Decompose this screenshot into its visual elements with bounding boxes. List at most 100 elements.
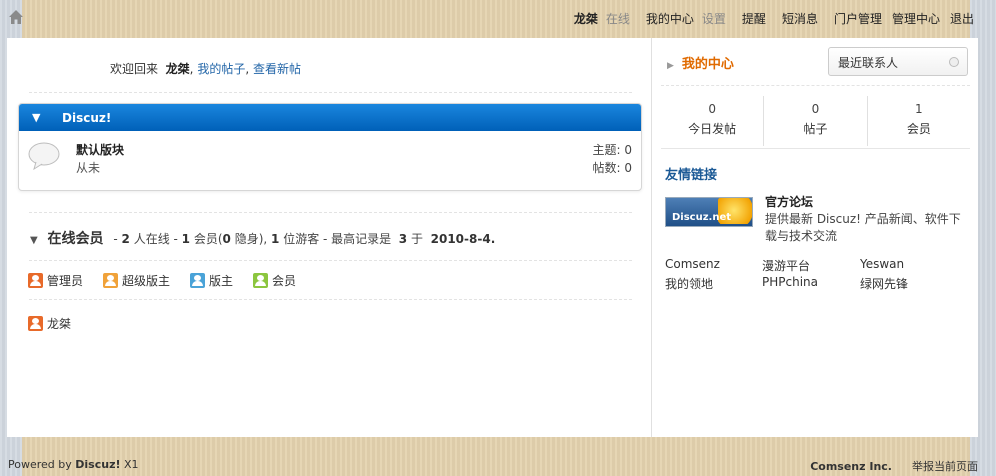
divider — [29, 212, 632, 213]
friend-link[interactable]: 我的领地 — [665, 275, 713, 292]
moderator-user-icon — [190, 273, 206, 288]
remind-link[interactable]: 提醒 — [742, 10, 766, 27]
admin-user-icon — [28, 273, 43, 288]
home-icon[interactable] — [8, 9, 24, 25]
product-link[interactable]: Discuz! — [75, 458, 120, 471]
forum-group-header[interactable]: ▼ Discuz! — [19, 104, 641, 131]
stat-members: 1 会员 — [868, 96, 970, 146]
online-count: 2 — [121, 232, 130, 246]
legend-item-admin: 管理员 — [28, 272, 83, 289]
stat-label: 今日发帖 — [688, 122, 737, 136]
user-group-legend: 管理员 超级版主 版主 会员 — [28, 272, 316, 289]
forum-name-link[interactable]: 默认版块 — [76, 141, 124, 158]
stat-today-posts: 0 今日发帖 — [661, 96, 765, 146]
collapse-triangle-icon[interactable]: ▼ — [30, 235, 38, 246]
friend-links-heading: 友情链接 — [665, 168, 718, 183]
legend-label: 超级版主 — [122, 274, 171, 288]
new-posts-link[interactable]: 查看新帖 — [253, 62, 301, 76]
top-username-link[interactable]: 龙桀 — [574, 10, 598, 27]
online-summary-text: - — [113, 232, 122, 246]
radio-dot-icon — [949, 57, 959, 67]
member-user-icon — [253, 273, 269, 288]
stat-value: 0 — [811, 102, 820, 116]
logo-text: Discuz.net — [672, 212, 732, 223]
content-wrapper: 欢迎回来 龙桀, 我的帖子, 查看新帖 ▼ Discuz! 默认版块 从未 主题… — [7, 38, 978, 437]
stat-posts: 0 帖子 — [764, 96, 868, 146]
my-posts-link[interactable]: 我的帖子 — [197, 62, 245, 76]
site-stats: 0 今日发帖 0 帖子 1 会员 — [661, 96, 970, 146]
welcome-separator: , — [189, 62, 194, 76]
settings-link[interactable]: 设置 — [702, 10, 726, 27]
online-user-item[interactable]: 龙桀 — [28, 315, 71, 332]
collapse-triangle-icon[interactable]: ▼ — [32, 111, 62, 124]
friend-link[interactable]: 漫游平台 — [762, 257, 810, 274]
messages-link[interactable]: 短消息 — [782, 10, 818, 27]
my-center-title[interactable]: 我的中心 — [682, 57, 734, 72]
online-hidden-count: 0 — [222, 232, 231, 246]
recent-contacts-button[interactable]: 最近联系人 — [828, 47, 968, 76]
admin-user-icon — [28, 316, 43, 331]
powered-prefix: Powered by — [8, 458, 76, 471]
legend-label: 管理员 — [47, 274, 84, 288]
sidebar: ▶ 我的中心 最近联系人 0 今日发帖 0 帖子 1 会员 友情链接 Discu… — [653, 38, 978, 437]
legend-item-super-moderator: 超级版主 — [103, 272, 170, 289]
online-member-count: 1 — [181, 232, 191, 246]
official-forum-link[interactable]: 官方论坛 — [765, 193, 813, 210]
legend-label: 会员 — [272, 274, 297, 288]
footer-powered-by: Powered by Discuz! X1 — [8, 458, 139, 471]
friend-link[interactable]: Comsenz — [665, 257, 720, 271]
footer-links: Comsenz Inc. 举报当前页面 — [810, 458, 978, 474]
legend-label: 版主 — [209, 274, 234, 288]
online-summary-text: 位游客 - 最高记录是 — [279, 232, 395, 246]
online-title[interactable]: 在线会员 — [48, 231, 104, 247]
my-center-heading[interactable]: ▶ 我的中心 — [667, 53, 734, 72]
forum-topics-count: 主题: 0 — [592, 143, 633, 157]
stat-label: 帖子 — [803, 122, 828, 136]
forum-last-post: 从未 — [76, 161, 101, 175]
online-record-count: 3 — [398, 232, 408, 246]
portal-admin-link[interactable]: 门户管理 — [834, 10, 882, 27]
speech-bubble-icon — [28, 142, 60, 170]
divider — [29, 299, 632, 300]
welcome-message: 欢迎回来 龙桀, 我的帖子, 查看新帖 — [110, 60, 301, 77]
online-summary-text: 会员( — [190, 232, 223, 246]
arrow-right-icon: ▶ — [667, 61, 674, 71]
official-forum-description: 提供最新 Discuz! 产品新闻、软件下载与技术交流 — [765, 212, 961, 243]
welcome-username[interactable]: 龙桀 — [166, 62, 190, 76]
legend-item-moderator: 版主 — [190, 272, 233, 289]
stat-label: 会员 — [906, 122, 931, 136]
online-record-date: 2010-8-4 — [430, 232, 491, 246]
online-status[interactable]: 在线 — [606, 10, 630, 27]
divider — [661, 85, 970, 86]
logout-link[interactable]: 退出 — [950, 10, 974, 27]
recent-contacts-label: 最近联系人 — [838, 56, 899, 70]
forum-row: 默认版块 从未 主题: 0 帖数: 0 — [19, 131, 641, 190]
stat-value: 1 — [915, 102, 923, 116]
forum-posts-count: 帖数: 0 — [592, 161, 633, 175]
friend-link[interactable]: Yeswan — [860, 257, 904, 271]
my-center-link[interactable]: 我的中心 — [646, 10, 694, 27]
legend-item-member: 会员 — [253, 272, 296, 289]
top-links: 龙桀 在线 我的中心 设置 提醒 短消息 门户管理 管理中心 退出 — [564, 10, 974, 27]
main-column: 欢迎回来 龙桀, 我的帖子, 查看新帖 ▼ Discuz! 默认版块 从未 主题… — [7, 38, 652, 437]
top-bar: 龙桀 在线 我的中心 设置 提醒 短消息 门户管理 管理中心 退出 — [0, 0, 996, 36]
friend-link[interactable]: PHPchina — [762, 275, 818, 289]
online-summary-text: 隐身), — [230, 232, 272, 246]
online-members-heading: ▼ 在线会员 - 2 人在线 - 1 会员(0 隐身), 1 位游客 - 最高记… — [30, 228, 495, 248]
online-summary-text: 于 — [407, 232, 427, 246]
friend-link[interactable]: 绿网先锋 — [860, 275, 908, 292]
online-summary-text: . — [490, 232, 496, 246]
report-page-link[interactable]: 举报当前页面 — [912, 460, 978, 473]
forum-group-title[interactable]: Discuz! — [62, 111, 111, 125]
welcome-separator: , — [245, 62, 250, 76]
company-link[interactable]: Comsenz Inc. — [810, 460, 892, 473]
version-text: X1 — [120, 458, 139, 471]
divider — [29, 92, 632, 93]
admin-center-link[interactable]: 管理中心 — [892, 10, 940, 27]
online-user-name[interactable]: 龙桀 — [47, 315, 71, 332]
divider — [661, 148, 970, 149]
divider — [29, 260, 632, 261]
forum-group: ▼ Discuz! 默认版块 从未 主题: 0 帖数: 0 — [18, 103, 642, 191]
discuz-logo[interactable]: Discuz.net — [665, 197, 753, 227]
super-moderator-user-icon — [103, 273, 119, 288]
